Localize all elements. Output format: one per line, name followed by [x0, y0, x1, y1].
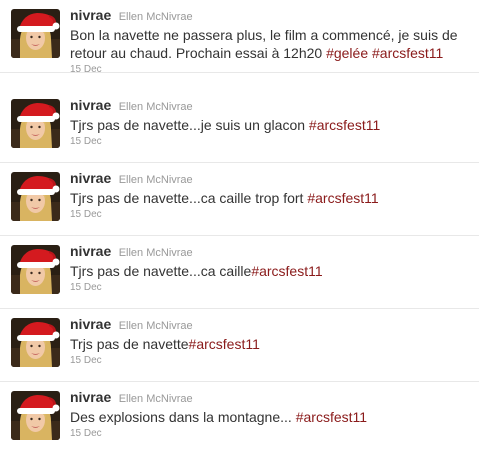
tweet-text-body: Trjs pas de navette — [70, 336, 189, 352]
hashtag-link[interactable]: #arcsfest11 — [251, 263, 322, 279]
full-name: Ellen McNivrae — [118, 393, 193, 405]
tweet-text: Bon la navette ne passera plus, le film … — [70, 26, 475, 62]
avatar[interactable] — [11, 99, 60, 148]
tweet-timestamp[interactable]: 15 Dec — [70, 428, 475, 439]
tweet-text-body: Des explosions dans la montagne... — [70, 409, 296, 425]
tweet-text: Tjrs pas de navette...ca caille#arcsfest… — [70, 262, 475, 280]
full-name: Ellen McNivrae — [118, 174, 193, 186]
tweet-header: nivrae Ellen McNivrae — [70, 316, 475, 333]
hashtag-link[interactable]: #arcsfest11 — [189, 336, 260, 352]
tweet-header: nivrae Ellen McNivrae — [70, 243, 475, 260]
tweet-timestamp[interactable]: 15 Dec — [70, 136, 475, 147]
tweet-content: nivrae Ellen McNivrae Des explosions dan… — [70, 389, 475, 440]
tweet-item[interactable]: nivrae Ellen McNivrae Tjrs pas de navett… — [0, 163, 479, 236]
tweet-timestamp[interactable]: 15 Dec — [70, 355, 475, 366]
avatar[interactable] — [11, 318, 60, 367]
avatar[interactable] — [11, 172, 60, 221]
tweet-content: nivrae Ellen McNivrae Trjs pas de navett… — [70, 316, 475, 367]
tweet-header: nivrae Ellen McNivrae — [70, 389, 475, 406]
tweet-text: Des explosions dans la montagne... #arcs… — [70, 408, 475, 426]
screen-name-link[interactable]: nivrae — [70, 97, 111, 113]
tweet-item[interactable]: nivrae Ellen McNivrae Des explosions dan… — [0, 382, 479, 455]
tweet-timestamp[interactable]: 15 Dec — [70, 64, 475, 75]
screen-name-link[interactable]: nivrae — [70, 243, 111, 259]
tweet-text-body: Tjrs pas de navette...ca caille trop for… — [70, 190, 308, 206]
screen-name-link[interactable]: nivrae — [70, 316, 111, 332]
screen-name-link[interactable]: nivrae — [70, 170, 111, 186]
tweet-text-body: Tjrs pas de navette...ca caille — [70, 263, 252, 279]
hashtag-link[interactable]: #arcsfest11 — [372, 45, 443, 61]
tweet-content: nivrae Ellen McNivrae Tjrs pas de navett… — [70, 170, 475, 221]
screen-name-link[interactable]: nivrae — [70, 7, 111, 23]
tweet-timeline: nivrae Ellen McNivrae Bon la navette ne … — [0, 0, 479, 442]
tweet-content: nivrae Ellen McNivrae Tjrs pas de navett… — [70, 97, 475, 148]
avatar[interactable] — [11, 391, 60, 440]
tweet-text: Tjrs pas de navette...ca caille trop for… — [70, 189, 475, 207]
tweet-item[interactable]: nivrae Ellen McNivrae Tjrs pas de navett… — [0, 236, 479, 309]
tweet-text-line2: retour au chaud. Prochain essai à 12h20 — [70, 45, 327, 61]
tweet-header: nivrae Ellen McNivrae — [70, 7, 475, 24]
tweet-header: nivrae Ellen McNivrae — [70, 97, 475, 114]
full-name: Ellen McNivrae — [118, 11, 193, 23]
tweet-content: nivrae Ellen McNivrae Bon la navette ne … — [70, 7, 475, 76]
tweet-item[interactable]: nivrae Ellen McNivrae Tjrs pas de navett… — [0, 90, 479, 163]
tweet-text: Trjs pas de navette#arcsfest11 — [70, 335, 475, 353]
hashtag-link[interactable]: #arcsfest11 — [296, 409, 367, 425]
tweet-content: nivrae Ellen McNivrae Tjrs pas de navett… — [70, 243, 475, 294]
hashtag-link[interactable]: #gelée — [326, 45, 368, 61]
tweet-text-line1: Bon la navette ne passera plus, le film … — [70, 27, 458, 43]
screen-name-link[interactable]: nivrae — [70, 389, 111, 405]
tweet-text-body: Tjrs pas de navette...je suis un glacon — [70, 117, 309, 133]
tweet-item[interactable]: nivrae Ellen McNivrae Bon la navette ne … — [0, 0, 479, 76]
hashtag-link[interactable]: #arcsfest11 — [309, 117, 380, 133]
tweet-text: Tjrs pas de navette...je suis un glacon … — [70, 116, 475, 134]
tweet-timestamp[interactable]: 15 Dec — [70, 209, 475, 220]
tweet-timestamp[interactable]: 15 Dec — [70, 282, 475, 293]
full-name: Ellen McNivrae — [118, 247, 193, 259]
avatar[interactable] — [11, 245, 60, 294]
full-name: Ellen McNivrae — [118, 320, 193, 332]
tweet-item[interactable]: nivrae Ellen McNivrae Trjs pas de navett… — [0, 309, 479, 382]
hashtag-link[interactable]: #arcsfest11 — [307, 190, 378, 206]
full-name: Ellen McNivrae — [118, 101, 193, 113]
avatar[interactable] — [11, 9, 60, 58]
tweet-header: nivrae Ellen McNivrae — [70, 170, 475, 187]
